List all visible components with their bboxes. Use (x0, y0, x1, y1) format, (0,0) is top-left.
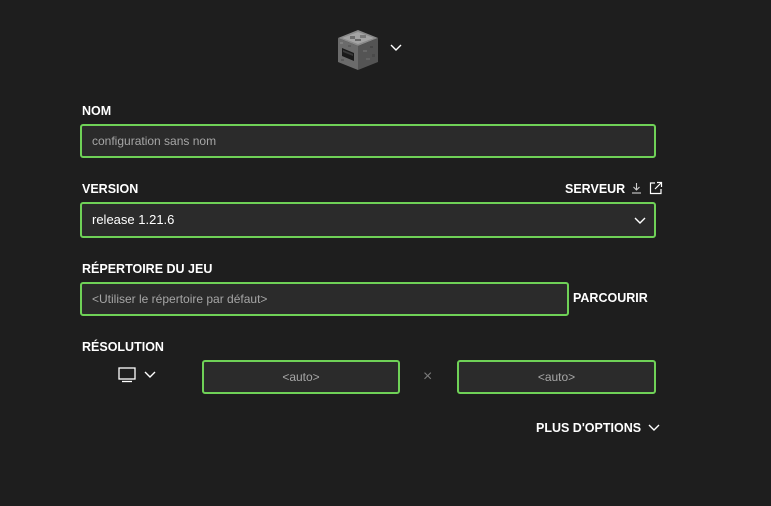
resolution-label: RÉSOLUTION (82, 340, 164, 354)
resolution-height-input[interactable] (459, 362, 654, 392)
resolution-width-box (202, 360, 400, 394)
server-link-label: SERVEUR (565, 182, 626, 196)
resolution-height-box (457, 360, 656, 394)
chevron-down-icon (144, 371, 156, 378)
furnace-block-icon (338, 30, 378, 70)
server-link[interactable]: SERVEUR (565, 182, 663, 196)
resolution-preset-dropdown[interactable] (118, 366, 160, 386)
name-field-box (80, 124, 656, 158)
game-directory-field-box (80, 282, 569, 316)
chevron-down-icon (634, 217, 646, 224)
version-select[interactable]: release 1.21.6 (80, 202, 656, 238)
icon-picker[interactable] (334, 26, 406, 74)
resolution-width-input[interactable] (204, 362, 398, 392)
name-input[interactable] (82, 126, 654, 156)
version-selected-value: release 1.21.6 (92, 212, 175, 227)
browse-button[interactable]: PARCOURIR (573, 291, 648, 305)
download-icon (631, 183, 641, 194)
more-options-label: PLUS D'OPTIONS (536, 421, 642, 435)
game-directory-input[interactable] (82, 284, 567, 314)
external-link-icon[interactable] (649, 181, 663, 195)
installation-editor: NOM VERSION SERVEUR release 1.21.6 RÉPER… (0, 0, 771, 506)
game-directory-label: RÉPERTOIRE DU JEU (82, 262, 213, 276)
resolution-separator: × (423, 368, 433, 385)
chevron-down-icon (648, 424, 660, 431)
version-label: VERSION (82, 182, 139, 196)
monitor-icon (118, 367, 136, 383)
more-options-toggle[interactable]: PLUS D'OPTIONS (536, 421, 660, 435)
name-label: NOM (82, 104, 112, 118)
chevron-down-icon (390, 44, 402, 51)
